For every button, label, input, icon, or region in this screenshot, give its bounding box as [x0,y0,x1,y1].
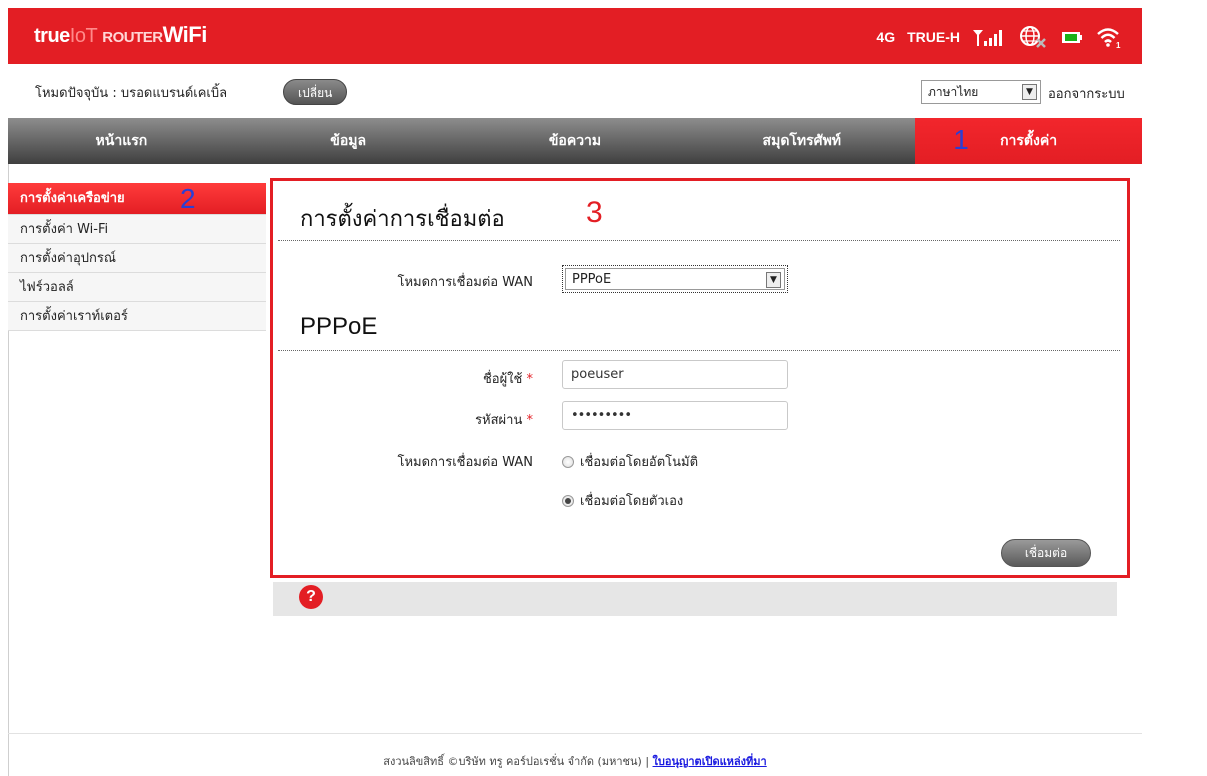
username-label: ชื่อผู้ใช้ * [482,372,533,387]
sidebar-item-device-settings[interactable]: การตั้งค่าอุปกรณ์ [8,244,266,273]
page-title: การตั้งค่าการเชื่อมต่อ [300,207,505,232]
tab-settings[interactable]: 1 การตั้งค่า [915,118,1142,164]
signal-icon [972,27,1006,47]
wifi-icon: 1 [1096,25,1122,49]
sidebar-item-network-settings[interactable]: การตั้งค่าเครือข่าย 2 [8,183,266,215]
sidebar-item-router-settings[interactable]: การตั้งค่าเราท์เตอร์ [8,302,266,331]
radio-manual-connect[interactable]: เชื่อมต่อโดยตัวเอง [562,490,683,511]
chevron-down-icon: ▼ [1022,84,1037,100]
connect-button[interactable]: เชื่อมต่อ [1001,539,1091,567]
language-select[interactable]: ภาษาไทย ▼ [921,80,1041,104]
globe-disconnected-icon [1018,25,1048,49]
password-input[interactable]: ••••••••• [562,401,788,430]
divider [278,240,1120,241]
wan-mode-select[interactable]: PPPoE ▼ [562,265,788,293]
footer-separator: | [645,755,650,768]
footer: สงวนลิขสิทธิ์ ©บริษัท ทรู คอร์ปอเรชั่น จ… [8,752,1142,770]
annotation-marker-3: 3 [586,196,603,229]
divider [278,350,1120,351]
logout-link[interactable]: ออกจากระบบ [1048,83,1125,104]
mode-bar: โหมดปัจจุบัน : บรอดแบรนด์เคเบิ้ล เปลี่ยน… [8,64,1142,118]
open-source-license-link[interactable]: ใบอนุญาตเปิดแหล่งที่มา [653,755,767,768]
main-nav: หน้าแรก ข้อมูล ข้อความ สมุดโทรศัพท์ 1 กา… [8,118,1142,164]
radio-auto-connect[interactable]: เชื่อมต่อโดยอัตโนมัติ [562,451,698,472]
help-icon[interactable]: ? [299,585,323,609]
tab-messages[interactable]: ข้อความ [462,118,689,164]
username-input[interactable]: poeuser [562,360,788,389]
sidebar-item-wifi-settings[interactable]: การตั้งค่า Wi-Fi [8,215,266,244]
tab-home[interactable]: หน้าแรก [8,118,235,164]
radio-button-selected[interactable] [562,494,574,507]
connection-settings-panel: การตั้งค่าการเชื่อมต่อ 3 โหมดการเชื่อมต่… [270,178,1130,578]
copyright-text: สงวนลิขสิทธิ์ ©บริษัท ทรู คอร์ปอเรชั่น จ… [383,755,642,768]
annotation-marker-2: 2 [180,183,196,214]
battery-icon [1060,29,1084,45]
sidebar-item-firewall[interactable]: ไฟร์วอลล์ [8,273,266,302]
tab-settings-label: การตั้งค่า [1000,133,1058,149]
tab-phonebook[interactable]: สมุดโทรศัพท์ [688,118,915,164]
help-bar: ? [273,582,1117,616]
current-mode-label: โหมดปัจจุบัน : บรอดแบรนด์เคเบิ้ล [35,86,228,101]
password-label: รหัสผ่าน * [475,413,533,428]
brand-logo: trueIoT ROUTERWiFi [34,22,207,47]
sidebar-item-label: การตั้งค่าเครือข่าย [20,191,125,206]
app-header: trueIoT ROUTERWiFi 4G TRUE-H 1 [8,8,1142,64]
wan-mode-label: โหมดการเชื่อมต่อ WAN [397,275,533,290]
annotation-marker-1: 1 [953,124,969,155]
connection-mode-label: โหมดการเชื่อมต่อ WAN [397,455,533,470]
status-bar: 4G TRUE-H 1 [876,25,1122,49]
settings-sidebar: การตั้งค่าเครือข่าย 2 การตั้งค่า Wi-Fi ก… [8,183,266,331]
wifi-client-count: 1 [1116,41,1121,49]
carrier-name: TRUE-H [907,29,960,45]
footer-divider [8,733,1142,734]
chevron-down-icon: ▼ [766,272,781,288]
pppoe-section-title: PPPoE [300,313,378,340]
tab-information[interactable]: ข้อมูล [235,118,462,164]
change-mode-button[interactable]: เปลี่ยน [283,79,348,105]
network-type: 4G [876,29,896,45]
radio-button[interactable] [562,455,574,468]
